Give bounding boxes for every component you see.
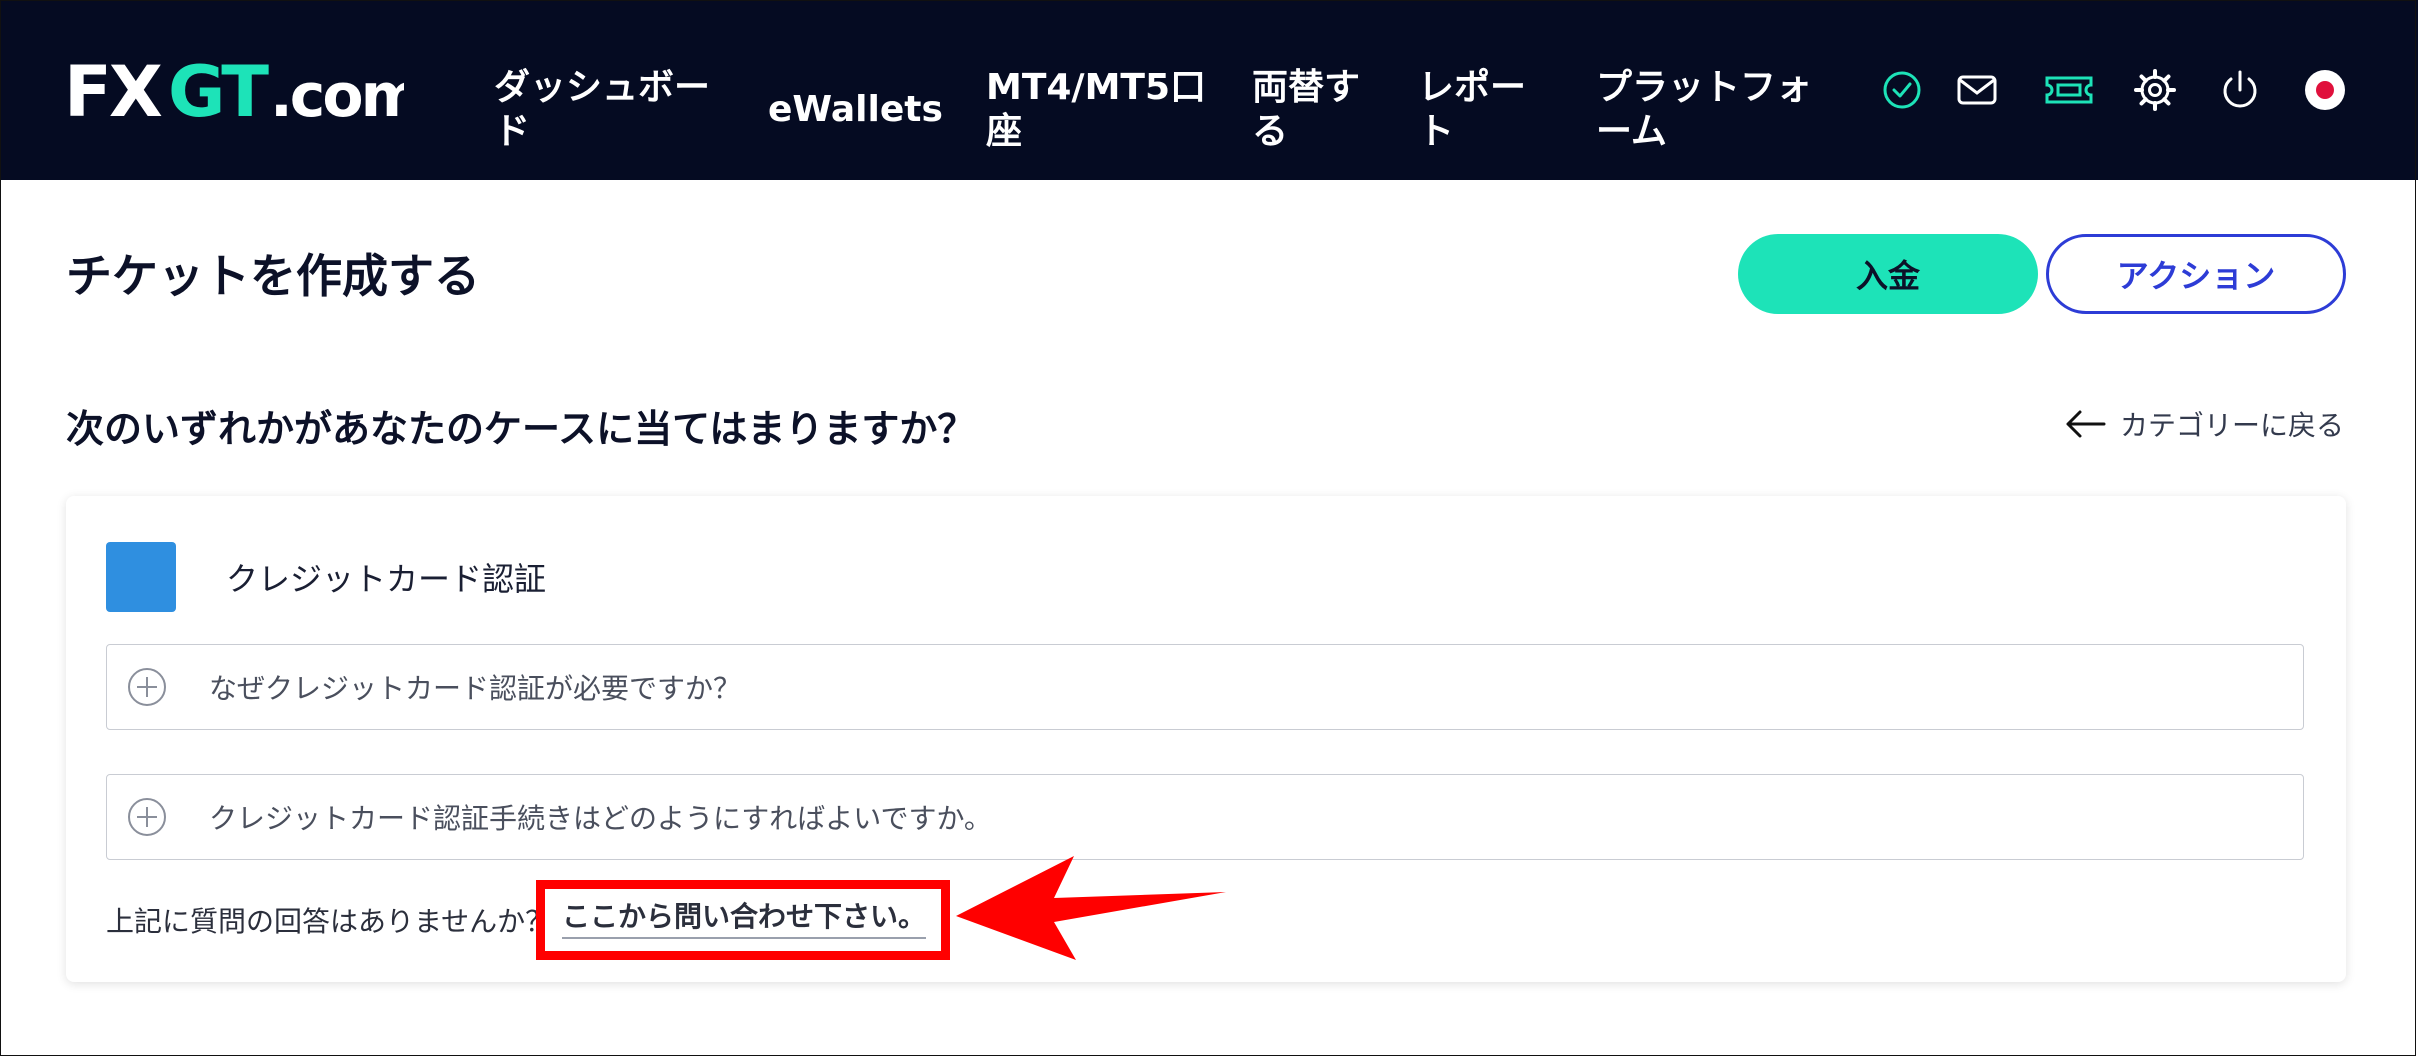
faq-item[interactable]: なぜクレジットカード認証が必要ですか？ — [106, 644, 2304, 730]
verified-check-icon[interactable] — [1880, 68, 1924, 112]
arrow-left-icon — [2066, 410, 2106, 438]
deposit-button[interactable]: 入金 — [1738, 234, 2038, 314]
nav-mt-accounts[interactable]: MT4/MT5口座 — [986, 66, 1206, 154]
ticket-icon[interactable] — [2044, 68, 2094, 112]
page-title: チケットを作成する — [66, 249, 480, 303]
annotation-arrow-icon — [956, 856, 1226, 960]
japan-flag-icon[interactable] — [2303, 68, 2347, 112]
nav-platform[interactable]: プラットフォーム — [1596, 66, 1816, 154]
back-to-categories-link[interactable]: カテゴリーに戻る — [2064, 400, 2344, 448]
svg-text:.com: .com — [270, 61, 404, 130]
nav-report[interactable]: レポート — [1418, 66, 1538, 154]
plus-circle-icon — [127, 667, 167, 707]
power-icon[interactable] — [2218, 68, 2262, 112]
mail-icon[interactable] — [1955, 68, 1999, 112]
action-button[interactable]: アクション — [2046, 234, 2346, 314]
credit-card-category-icon — [106, 542, 176, 612]
fxgt-logo[interactable]: FX GT .com — [64, 50, 404, 130]
annotation-highlight-box — [536, 880, 950, 960]
question-heading: 次のいずれかがあなたのケースに当てはまりますか？ — [66, 407, 976, 451]
svg-text:GT: GT — [168, 51, 269, 130]
plus-circle-icon — [127, 797, 167, 837]
svg-text:FX: FX — [64, 51, 162, 130]
no-answer-text: 上記に質問の回答はありませんか？ — [106, 905, 554, 938]
nav-exchange[interactable]: 両替する — [1252, 66, 1372, 154]
top-navbar: FX GT .com ダッシュボード eWallets MT4/MT5口座 両替… — [0, 0, 2418, 180]
category-title: クレジットカード認証 — [226, 560, 547, 598]
back-link-label: カテゴリーに戻る — [2120, 409, 2345, 442]
faq-question: クレジットカード認証手続きはどのようにすればよいですか。 — [209, 802, 992, 835]
nav-dashboard[interactable]: ダッシュボード — [494, 66, 714, 154]
gear-icon[interactable] — [2133, 68, 2177, 112]
nav-ewallets[interactable]: eWallets — [768, 88, 943, 132]
faq-question: なぜクレジットカード認証が必要ですか？ — [209, 672, 742, 705]
